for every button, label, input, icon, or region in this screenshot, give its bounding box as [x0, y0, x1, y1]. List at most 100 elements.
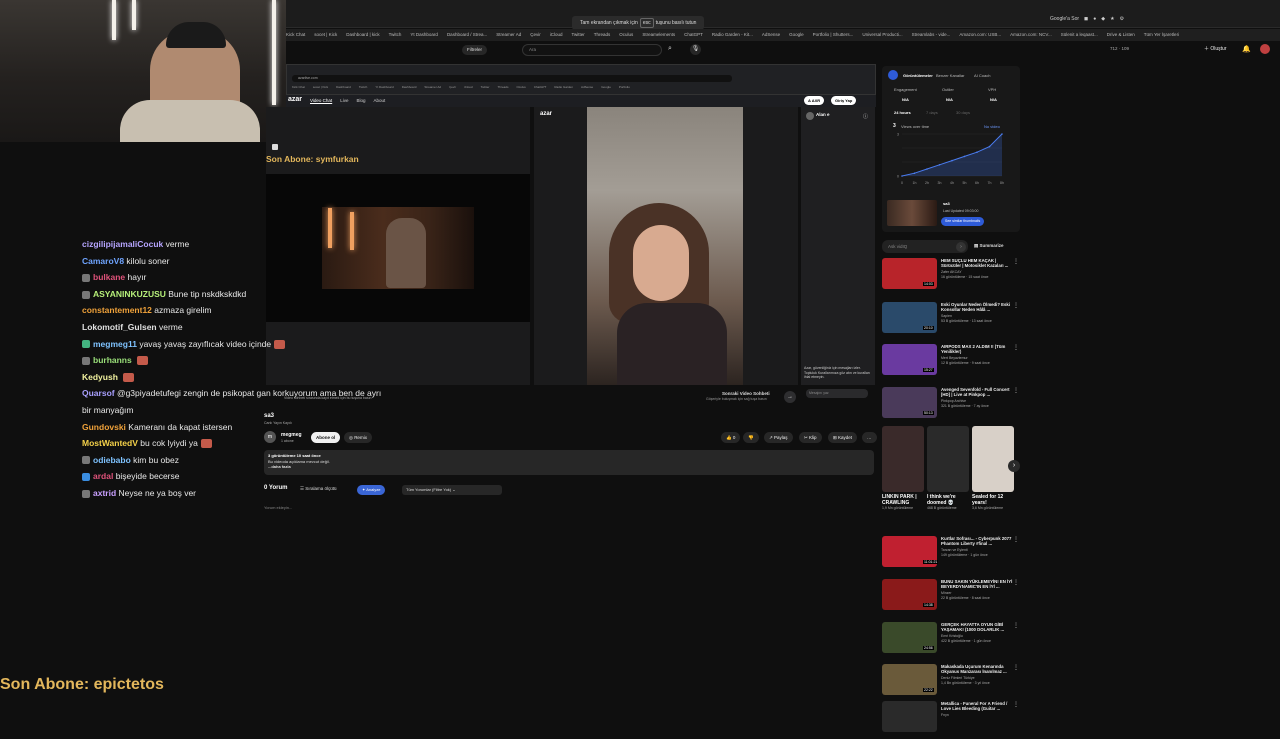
inner-url-bar[interactable]: azarlive.com — [292, 75, 732, 82]
channel-name[interactable]: Zafer AKCAY — [941, 270, 1017, 275]
short-thumbnail[interactable] — [972, 426, 1014, 492]
more-options-icon[interactable]: ⋮ — [1013, 344, 1019, 351]
video-title[interactable]: BUNU SAKIN YÜKLEMEYİN! EN İYİ BEYERDYNAM… — [941, 579, 1013, 589]
share-button[interactable]: ↗ Paylaş — [764, 432, 793, 443]
bookmark-item[interactable]: Drive & Listen — [1107, 29, 1135, 41]
chat-username[interactable]: megmeg11 — [93, 339, 137, 349]
inner-bookmark-item[interactable]: Kick Chat — [292, 85, 305, 89]
more-options-icon[interactable]: ⋮ — [1013, 622, 1019, 629]
bookmark-item[interactable]: AdSense — [762, 29, 780, 41]
more-options-icon[interactable]: ⋮ — [1013, 701, 1019, 708]
inner-bookmark-item[interactable]: Dashboard — [336, 85, 351, 89]
search-input[interactable]: Ara — [522, 44, 662, 56]
time-tab[interactable]: 30 days — [956, 110, 970, 115]
analytics-tab[interactable]: Benzer Kanallar — [936, 73, 964, 78]
azar-gems-button[interactable]: A AXR — [804, 96, 825, 105]
clip-button[interactable]: ✂ Klip — [799, 432, 822, 443]
chat-username[interactable]: Lokomotif_Gulsen — [82, 322, 157, 332]
inner-bookmark-item[interactable]: Streamer Ad — [424, 85, 441, 89]
analytics-tab[interactable]: AI Coach — [974, 73, 990, 78]
bookmark-item[interactable]: socet | Kick — [314, 29, 337, 41]
short-item[interactable]: I think we're doomed 💀 468 B görüntüleme — [927, 426, 969, 511]
chat-username[interactable]: ASYANINKUZUSU — [93, 289, 166, 299]
recommended-video[interactable]: 14:38 BUNU SAKIN YÜKLEMEYİN! EN İYİ BEYER… — [882, 579, 1020, 617]
recommended-video[interactable]: 24:56 GERÇEK HAYATTA OYUN GİBİ YAŞAMAK! (… — [882, 622, 1020, 660]
avatar[interactable] — [1260, 44, 1270, 54]
chat-username[interactable]: constantement12 — [82, 305, 152, 315]
comment-filter-select[interactable]: Tüm Yorumlar (Filtre Yok) ⌄ — [402, 485, 502, 495]
bookmark-item[interactable]: Threads — [594, 29, 611, 41]
summarize-button[interactable]: ▤ Summarize — [974, 243, 1004, 249]
bookmark-item[interactable]: Universal Producti... — [862, 29, 902, 41]
recommended-video[interactable]: 50:13 Avenged Sevenfold - Full Concert [H… — [882, 387, 1020, 425]
more-options-icon[interactable]: ⋮ — [1013, 387, 1019, 394]
short-item[interactable]: LINKIN PARK | CRAWLING 1,9 Mn görüntüleme — [882, 426, 924, 511]
extension-icon[interactable]: ★ — [1110, 16, 1114, 22]
inner-bookmark-item[interactable]: Twitter — [481, 85, 490, 89]
time-tab[interactable]: 24 hours — [894, 110, 911, 115]
video-title[interactable]: Eski Oyunlar Neden Ölmedi? Eski Konsolla… — [941, 302, 1013, 312]
chat-username[interactable]: CamaroV8 — [82, 256, 124, 266]
bookmark-item[interactable]: Streamer Ad — [496, 29, 521, 41]
bookmark-item[interactable]: Amazon.com: NCV... — [1010, 29, 1052, 41]
channel-name[interactable]: Sapien — [941, 314, 1017, 319]
video-title[interactable]: Makaskada Uçurum Kenarında Okyanus Manza… — [941, 664, 1013, 674]
microphone-icon[interactable]: 🎙 — [690, 44, 701, 55]
bookmark-item[interactable]: Çevir — [530, 29, 541, 41]
channel-name[interactable]: Mert Beyaztemur — [941, 356, 1017, 361]
inner-bookmark-item[interactable]: Radio Garden — [554, 85, 573, 89]
more-options-icon[interactable]: ⋮ — [1013, 302, 1019, 309]
inner-bookmark-item[interactable]: Threads — [497, 85, 508, 89]
next-arrow-button[interactable]: → — [784, 391, 796, 403]
analyze-button[interactable]: ✦ Analyze — [357, 485, 386, 495]
bookmark-item[interactable]: iCloud — [550, 29, 563, 41]
short-thumbnail[interactable] — [882, 426, 924, 492]
views-over-time-label[interactable]: Views over time — [901, 124, 929, 129]
chat-username[interactable]: axtrid — [93, 488, 116, 498]
tab-about[interactable]: About — [373, 98, 385, 103]
tab-live[interactable]: Live — [340, 98, 348, 103]
recommended-video[interactable]: Metallica - Funeral For A Friend / Love … — [882, 701, 1020, 739]
short-title[interactable]: I think we're doomed 💀 — [927, 494, 969, 506]
bookmark-item[interactable]: Amazon.com: USB... — [959, 29, 1001, 41]
inner-bookmark-item[interactable]: iCloud — [464, 85, 473, 89]
chat-username[interactable]: Quarsof — [82, 388, 115, 398]
dislike-button[interactable]: 👎 — [743, 432, 759, 443]
bookmark-item[interactable]: Streamelements — [642, 29, 675, 41]
more-options-icon[interactable]: ⋮ — [1013, 579, 1019, 586]
video-title[interactable]: HEM SUÇLU HEM KAÇAK | Sürücüler | Motosi… — [941, 258, 1013, 268]
like-button[interactable]: 👍 0 — [721, 432, 741, 443]
video-title[interactable]: Metallica - Funeral For A Friend / Love … — [941, 701, 1013, 711]
inner-bookmark-item[interactable]: Yt Dashboard — [375, 85, 393, 89]
inner-bookmark-item[interactable]: ChatGPT — [534, 85, 547, 89]
short-title[interactable]: Sealed for 12 years! — [972, 494, 1014, 506]
chat-username[interactable]: ardal — [93, 471, 113, 481]
azar-chat-input[interactable]: Mesajını yaz — [806, 389, 868, 398]
tab-video-chat[interactable]: Video Chat — [310, 98, 332, 103]
video-thumbnail[interactable] — [882, 701, 937, 732]
subscribe-button[interactable]: Abone ol — [311, 432, 341, 443]
bookmark-item[interactable]: Portfolio | Shutters... — [813, 29, 854, 41]
time-tab[interactable]: 7 days — [926, 110, 938, 115]
recommended-video[interactable]: 15:27 AIRPODS MAX 2 ALDIM !! (Tüm Yenilik… — [882, 344, 1020, 382]
bookmark-item[interactable]: Dashboard | kick — [346, 29, 379, 41]
bookmark-item[interactable]: Radio Garden - Kit... — [712, 29, 753, 41]
extension-icon[interactable]: ◆ — [1101, 16, 1105, 22]
bookmark-item[interactable]: Dashboard / Strea... — [447, 29, 487, 41]
extension-icon[interactable]: ◼ — [1084, 16, 1088, 22]
inner-bookmark-item[interactable]: socet | Kick — [313, 85, 328, 89]
inner-bookmark-item[interactable]: AdSense — [581, 85, 593, 89]
bookmark-item[interactable]: Twitter — [572, 29, 585, 41]
remix-button[interactable]: ◎ Remix — [344, 432, 372, 443]
channel-name[interactable]: Fnyn — [941, 713, 1017, 718]
inner-bookmark-item[interactable]: Çevir — [449, 85, 456, 89]
chat-username[interactable]: MostWantedV — [82, 438, 138, 448]
channel-name[interactable]: Tarzan ve Eylenti — [941, 548, 1017, 553]
inner-bookmark-item[interactable]: Google — [601, 85, 611, 89]
profile-icon[interactable]: ⚙ — [1120, 16, 1124, 22]
more-actions-button[interactable]: … — [862, 432, 877, 443]
extension-icon[interactable]: ● — [1093, 16, 1096, 22]
chat-username[interactable]: Kedyush — [82, 372, 118, 382]
more-options-icon[interactable]: ⋮ — [1013, 664, 1019, 671]
filter-button[interactable]: Filtreler — [462, 45, 488, 55]
